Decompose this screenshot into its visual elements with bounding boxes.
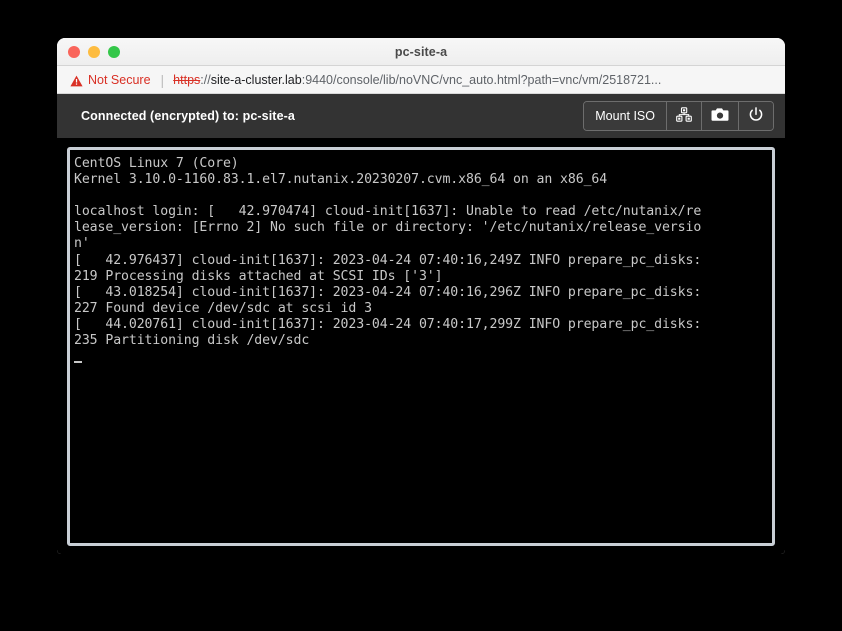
send-keys-button[interactable] (667, 102, 702, 130)
connection-status-label: Connected (encrypted) to: pc-site-a (81, 109, 295, 123)
url-scheme: https (173, 72, 201, 87)
window-titlebar: pc-site-a (57, 38, 785, 66)
terminal-line: localhost login: [ 42.970474] cloud-init… (74, 204, 702, 220)
address-bar-divider: | (160, 71, 165, 88)
terminal-line: 219 Processing disks attached at SCSI ID… (74, 268, 443, 284)
vnc-toolbar: Connected (encrypted) to: pc-site-a Moun… (57, 94, 785, 138)
url-path: :9440/console/lib/noVNC/vnc_auto.html?pa… (301, 72, 662, 87)
address-bar-url[interactable]: https://site-a-cluster.lab:9440/console/… (173, 73, 661, 87)
browser-window: pc-site-a Not Secure | https://site-a-cl… (57, 38, 785, 554)
vnc-screen-frame[interactable]: CentOS Linux 7 (Core) Kernel 3.10.0-1160… (67, 147, 775, 546)
url-separator: :// (200, 72, 211, 87)
address-bar[interactable]: Not Secure | https://site-a-cluster.lab:… (57, 66, 785, 94)
terminal-line: CentOS Linux 7 (Core) (74, 156, 239, 171)
not-secure-label: Not Secure (88, 72, 151, 87)
camera-icon (711, 107, 729, 125)
terminal-line: Kernel 3.10.0-1160.83.1.el7.nutanix.2023… (74, 172, 608, 188)
vnc-stage: CentOS Linux 7 (Core) Kernel 3.10.0-1160… (57, 138, 785, 554)
url-host: site-a-cluster.lab (210, 72, 302, 87)
terminal-cursor (74, 349, 82, 364)
terminal-line: [ 42.976437] cloud-init[1637]: 2023-04-2… (74, 252, 702, 268)
close-window-icon[interactable] (68, 45, 80, 58)
window-title: pc-site-a (394, 44, 448, 59)
mount-iso-button[interactable]: Mount ISO (584, 102, 667, 130)
minimize-window-icon[interactable] (88, 45, 100, 58)
power-icon (748, 106, 764, 126)
terminal-line: [ 43.018254] cloud-init[1637]: 2023-04-2… (74, 284, 702, 300)
terminal-line: [ 44.020761] cloud-init[1637]: 2023-04-2… (74, 316, 702, 332)
power-button[interactable] (739, 102, 773, 130)
maximize-window-icon[interactable] (108, 45, 120, 58)
terminal-console[interactable]: CentOS Linux 7 (Core) Kernel 3.10.0-1160… (70, 150, 772, 368)
warning-triangle-icon (70, 74, 83, 86)
terminal-line: n' (74, 236, 90, 252)
vnc-toolbar-buttons: Mount ISO (583, 101, 774, 131)
traffic-light-buttons (68, 45, 120, 58)
send-keys-icon (676, 106, 692, 126)
mount-iso-label: Mount ISO (595, 109, 655, 123)
terminal-line: lease_version: [Errno 2] No such file or… (74, 220, 702, 236)
terminal-line: 227 Found device /dev/sdc at scsi id 3 (74, 300, 372, 316)
screenshot-button[interactable] (702, 102, 739, 130)
terminal-line: 235 Partitioning disk /dev/sdc (74, 333, 310, 349)
